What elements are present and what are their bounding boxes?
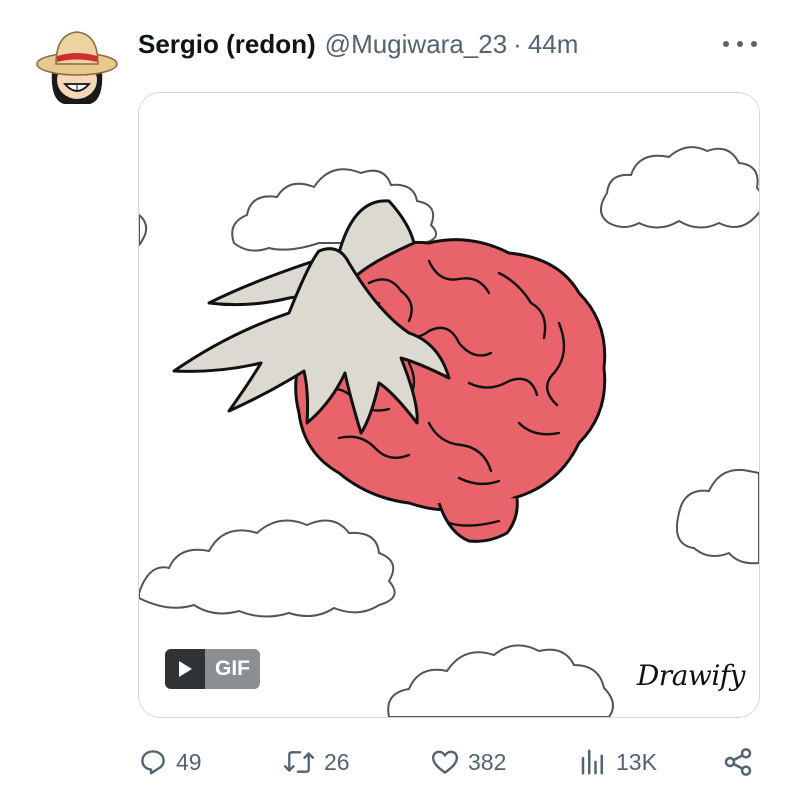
reply-button[interactable]: 49 — [138, 740, 202, 784]
author-handle[interactable]: @Mugiwara_23 — [325, 29, 507, 60]
views-count: 13K — [616, 748, 657, 775]
avatar[interactable] — [34, 22, 120, 108]
avatar-image — [35, 23, 119, 107]
winged-brain-illustration — [139, 146, 759, 717]
tweet-header: Sergio (redon) @Mugiwara_23 · 44m — [138, 26, 765, 62]
more-dot — [737, 41, 743, 47]
more-icon[interactable] — [723, 30, 757, 58]
play-icon[interactable] — [165, 649, 205, 689]
reply-icon — [141, 750, 165, 775]
author-display-name[interactable]: Sergio (redon) — [138, 29, 316, 60]
play-triangle — [179, 661, 192, 677]
heart-icon — [431, 750, 459, 774]
drawify-watermark: Drawify — [636, 659, 746, 692]
views-icon — [581, 749, 603, 775]
views-button[interactable]: 13K — [578, 740, 657, 784]
retweet-count: 26 — [324, 748, 350, 775]
tweet-timestamp[interactable]: 44m — [528, 29, 579, 60]
share-icon — [724, 748, 752, 776]
gif-badge[interactable]: GIF — [165, 649, 260, 689]
header-separator: · — [513, 28, 522, 59]
more-dot — [751, 41, 757, 47]
more-dot — [723, 41, 729, 47]
share-button[interactable] — [722, 740, 762, 784]
gif-label: GIF — [205, 649, 260, 689]
like-button[interactable]: 382 — [430, 740, 506, 784]
reply-count: 49 — [176, 748, 202, 775]
retweet-icon — [283, 751, 315, 773]
tweet-media-gif[interactable]: GIF Drawify — [138, 92, 760, 718]
like-count: 382 — [468, 748, 507, 775]
tweet-action-bar: 49 26 382 13K — [138, 740, 758, 784]
retweet-button[interactable]: 26 — [282, 740, 350, 784]
